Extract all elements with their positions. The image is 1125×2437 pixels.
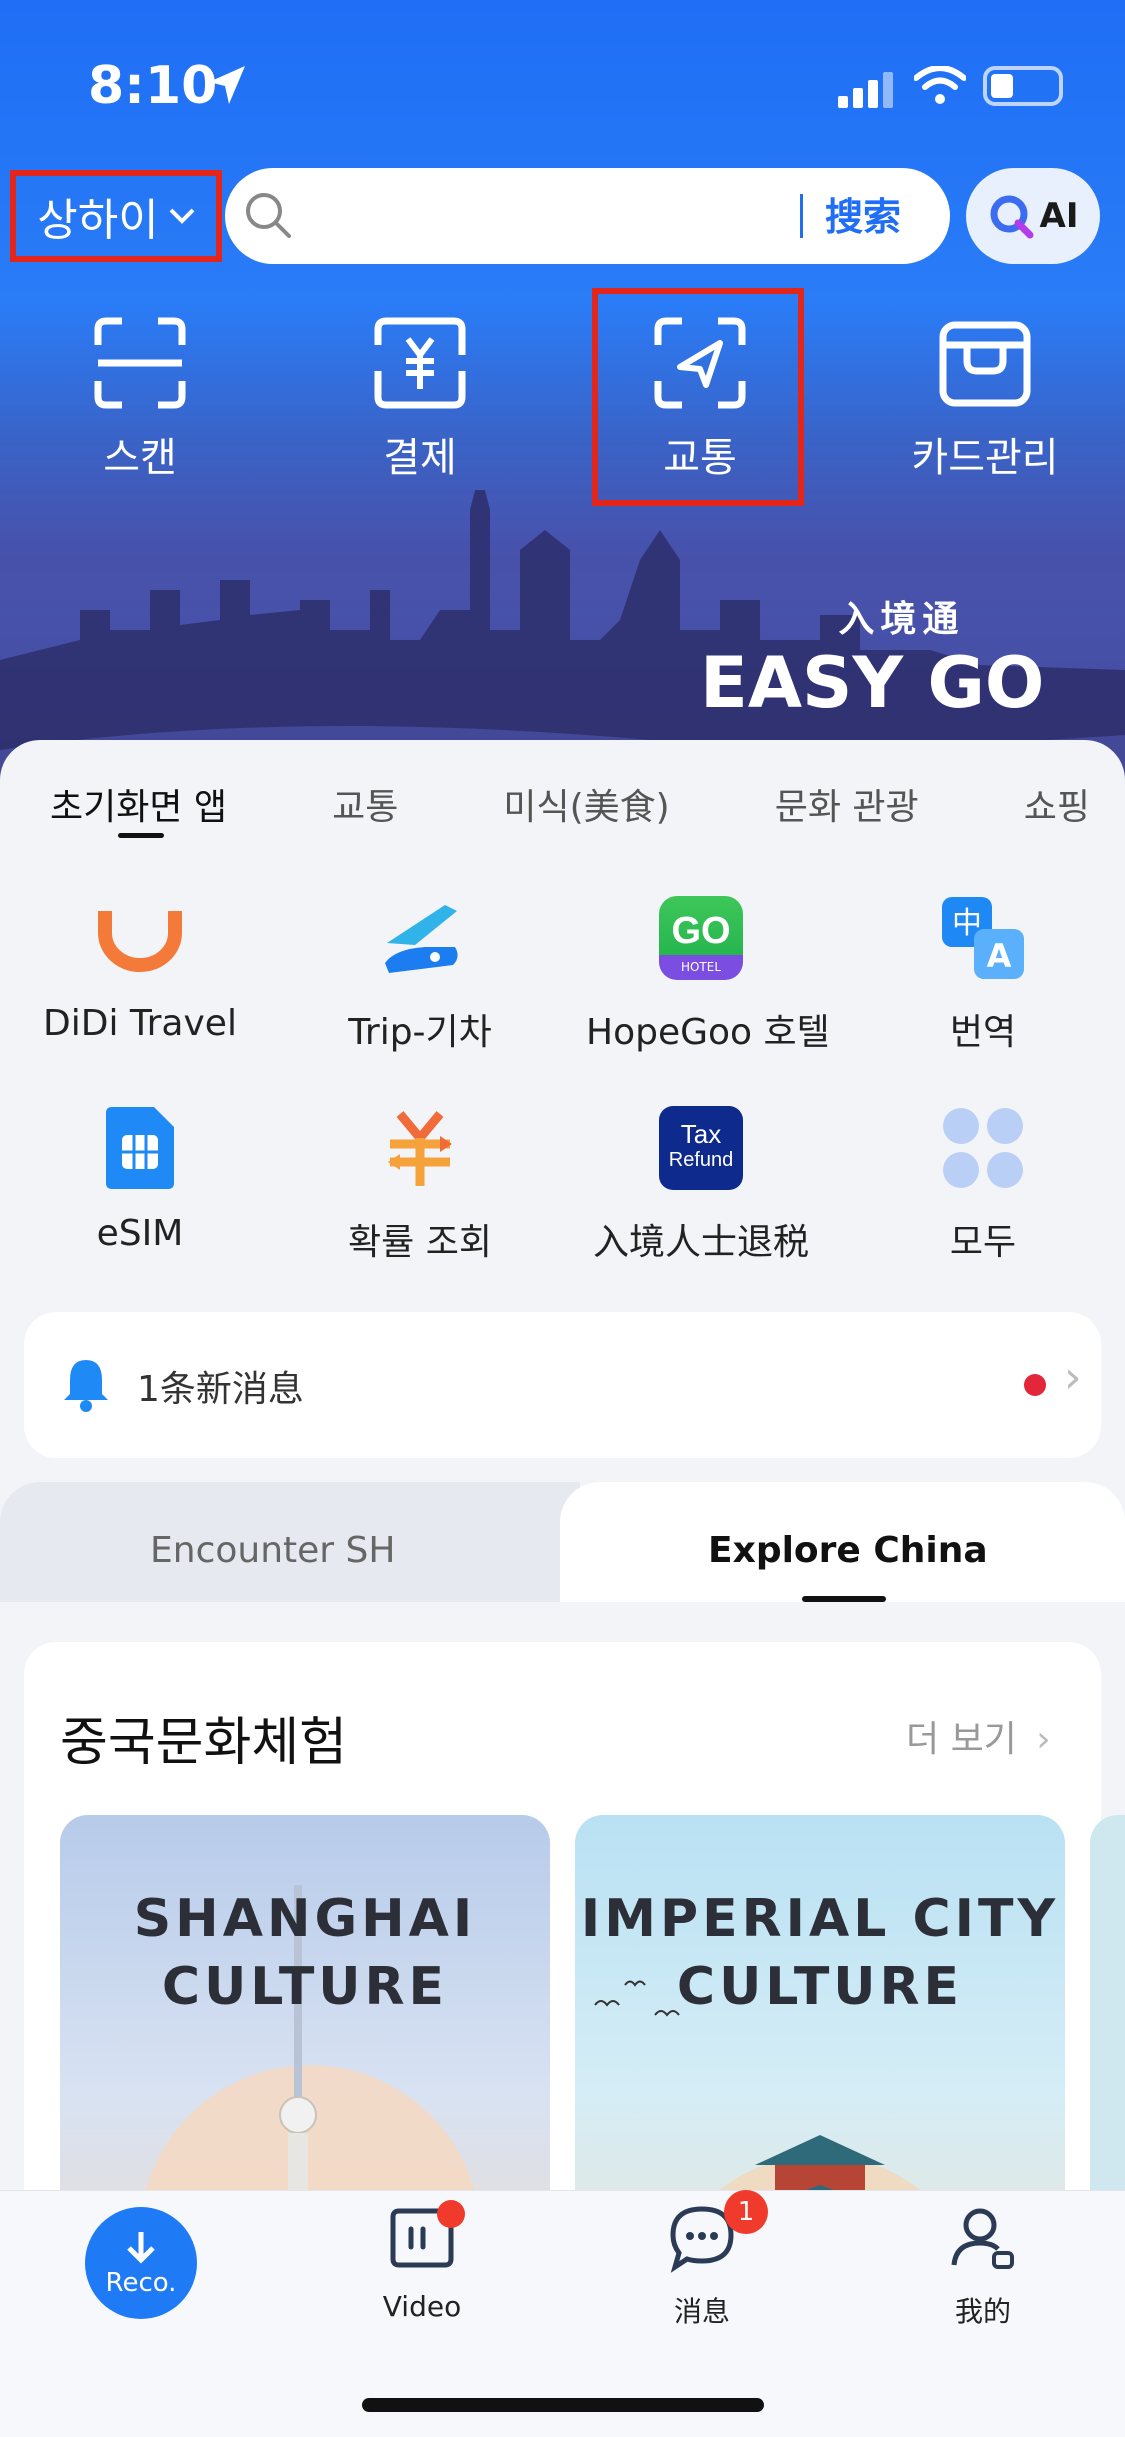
tab-me[interactable]: 我的 xyxy=(903,2203,1063,2330)
tab-food[interactable]: 미식(美食) xyxy=(503,778,669,858)
tab-messages-label: 消息 xyxy=(673,2295,730,2328)
hopegoo-hotel-badge: HOTEL xyxy=(680,960,722,974)
app-all[interactable]: 모두 xyxy=(868,1103,1098,1265)
notice-text: 1条新消息 xyxy=(137,1369,304,1410)
app-label: 入境人士退税 xyxy=(592,1222,809,1263)
tax-refund-icon: Tax Refund xyxy=(659,1106,743,1190)
quick-action-label: 스캔 xyxy=(103,435,177,481)
search-divider xyxy=(800,194,803,238)
search-bar[interactable]: 搜索 xyxy=(225,168,950,264)
banner-en-text: EASY GO xyxy=(700,642,1045,724)
quick-action-payment[interactable]: 결제 xyxy=(330,315,510,483)
home-indicator xyxy=(362,2398,764,2412)
app-label: Trip-기차 xyxy=(348,1012,492,1053)
quick-action-label: 결제 xyxy=(383,435,457,481)
app-esim[interactable]: eSIM xyxy=(25,1103,255,1254)
section-title: 중국문화체험 xyxy=(60,1713,348,1773)
tab-me-label: 我的 xyxy=(954,2295,1011,2328)
app-label: eSIM xyxy=(96,1213,184,1254)
more-link[interactable]: 더 보기 › xyxy=(906,1710,1051,1762)
refund-icon-text: Refund xyxy=(668,1149,734,1171)
hero-header: 8:10 상하이 搜索 AI 스캔 결제 교통 카드관리 入境通 EASY GO xyxy=(0,0,1125,800)
all-apps-icon xyxy=(943,1108,1023,1188)
esim-icon xyxy=(106,1107,174,1189)
quick-action-card-manage[interactable]: 카드관리 xyxy=(895,315,1075,483)
app-didi[interactable]: DiDi Travel xyxy=(25,893,255,1044)
cellular-signal-icon xyxy=(838,72,893,108)
wifi-icon xyxy=(914,66,966,104)
payment-icon xyxy=(374,317,466,409)
app-label: 모두 xyxy=(949,1222,1017,1263)
app-translate[interactable]: 中 A 번역 xyxy=(868,893,1098,1055)
app-tax-refund[interactable]: Tax Refund 入境人士退税 xyxy=(586,1103,816,1265)
app-label: DiDi Travel xyxy=(43,1003,237,1044)
battery-icon xyxy=(983,66,1063,106)
profile-icon xyxy=(951,2208,1014,2269)
download-arrow-icon xyxy=(127,2232,155,2264)
video-badge-dot xyxy=(437,2200,465,2228)
highlight-box-transport xyxy=(592,288,804,506)
tab-transport[interactable]: 교통 xyxy=(332,778,398,858)
city-label: 상하이 xyxy=(37,195,159,246)
category-tabs: 초기화면 앱 교통 미식(美食) 문화 관광 쇼핑 xyxy=(50,778,1090,858)
app-label: HopeGoo 호텔 xyxy=(586,1012,830,1053)
card-title-line2: CULTURE xyxy=(676,1957,964,2017)
tab-video-label: Video xyxy=(382,2290,462,2323)
scan-icon xyxy=(94,317,186,409)
app-trip-train[interactable]: Trip-기차 xyxy=(305,893,535,1055)
app-hopegoo[interactable]: GO HOTEL HopeGoo 호텔 xyxy=(586,893,830,1055)
exchange-rate-icon xyxy=(388,1111,452,1186)
card-title-line1: SHANGHAI xyxy=(133,1889,477,1949)
ai-logo-icon xyxy=(990,195,1034,239)
segment-left-label: Encounter SH xyxy=(150,1530,396,1571)
card-title: IMPERIAL CITY CULTURE xyxy=(575,1885,1065,2021)
more-label: 더 보기 xyxy=(906,1719,1017,1760)
translate-icon: 中 A xyxy=(942,897,1024,979)
train-icon xyxy=(385,905,458,973)
banner-cn-text: 入境通 xyxy=(838,599,965,640)
chevron-right-icon: › xyxy=(1064,1352,1082,1403)
hopegoo-icon: GO HOTEL xyxy=(659,896,743,980)
tab-home-apps[interactable]: 초기화면 앱 xyxy=(50,778,227,858)
app-label: 번역 xyxy=(949,1012,1017,1053)
city-selector[interactable]: 상하이 xyxy=(10,170,222,262)
app-label: 확률 조회 xyxy=(348,1222,492,1263)
ai-label: AI xyxy=(1039,196,1079,236)
tab-reco-label: Reco. xyxy=(105,2268,177,2298)
card-title: SHANGHAI CULTURE xyxy=(60,1885,550,2021)
search-button[interactable]: 搜索 xyxy=(825,186,901,241)
quick-action-scan[interactable]: 스캔 xyxy=(50,315,230,483)
app-exchange-rate[interactable]: 확률 조회 xyxy=(305,1103,535,1265)
tab-shopping[interactable]: 쇼핑 xyxy=(1024,778,1090,858)
tab-reco[interactable]: Reco. xyxy=(85,2207,197,2319)
unread-dot xyxy=(1024,1374,1046,1396)
chevron-down-icon xyxy=(169,208,195,224)
card-title-line2: CULTURE xyxy=(161,1957,449,2017)
status-time: 8:10 xyxy=(88,56,218,116)
svg-text:A: A xyxy=(987,937,1012,975)
tab-culture[interactable]: 문화 관광 xyxy=(775,778,919,858)
tax-icon-text: Tax xyxy=(680,1119,722,1149)
active-tab-indicator xyxy=(118,833,164,838)
card-manage-icon xyxy=(939,321,1031,407)
easy-go-banner: 入境通 EASY GO xyxy=(700,590,1044,724)
segment-right-label: Explore China xyxy=(708,1530,988,1571)
quick-action-label: 카드관리 xyxy=(911,435,1059,481)
card-title-line1: IMPERIAL CITY xyxy=(580,1889,1060,1949)
location-arrow-icon xyxy=(209,66,245,104)
tab-video[interactable]: Video xyxy=(342,2203,502,2323)
segment-indicator xyxy=(802,1596,886,1602)
ai-assistant-button[interactable]: AI xyxy=(966,168,1100,264)
didi-icon xyxy=(98,911,182,972)
message-notice[interactable]: 1条新消息 › xyxy=(24,1312,1101,1458)
search-icon xyxy=(246,193,291,238)
bell-icon xyxy=(64,1360,108,1412)
chevron-right-icon: › xyxy=(1036,1719,1051,1760)
messages-badge: 1 xyxy=(724,2190,768,2234)
